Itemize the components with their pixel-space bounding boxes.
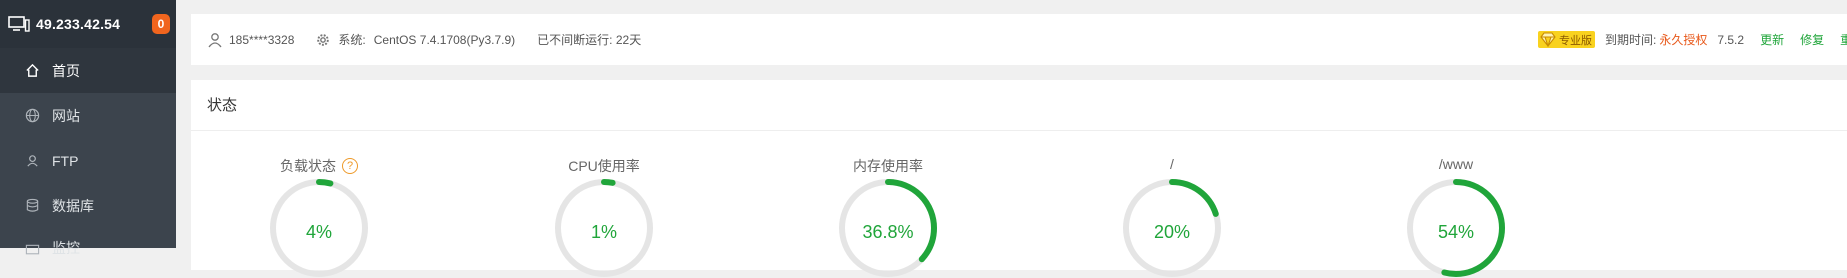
sidebar-item-label: FTP: [52, 152, 79, 169]
user-info[interactable]: 185****3328: [207, 32, 294, 48]
system-info: 系统: CentOS 7.4.1708(Py3.7.9): [316, 31, 515, 48]
sidebar-item-label: 首页: [52, 62, 80, 79]
system-label: 系统:: [338, 33, 366, 47]
gauge-label: /: [1170, 156, 1174, 172]
gauge-value: 36.8%: [862, 222, 914, 242]
gauge-label: 内存使用率: [853, 158, 923, 174]
gauge-value: 20%: [1153, 222, 1191, 242]
sidebar-item-website[interactable]: 网站: [0, 93, 176, 138]
panel-title: 状态: [191, 80, 1847, 131]
system-value: CentOS 7.4.1708(Py3.7.9): [373, 32, 516, 47]
sidebar-item-database[interactable]: 数据库: [0, 183, 176, 228]
sidebar-item-ftp[interactable]: FTP: [0, 138, 176, 183]
help-icon[interactable]: ?: [342, 158, 358, 174]
sidebar-item-label: 网站: [52, 107, 80, 124]
gauge-value: 54%: [1437, 222, 1475, 242]
uptime-text: 已不间断运行: 22天: [537, 33, 642, 47]
gauge-value: 4%: [305, 222, 332, 242]
sidebar-item-home[interactable]: 首页: [0, 48, 176, 93]
restart-link[interactable]: 重: [1840, 31, 1847, 48]
gauge-label: /www: [1438, 156, 1474, 172]
gauge-value: 1%: [590, 222, 617, 242]
license-info: 专业版 到期时间: 永久授权 7.5.2 更新 修复 重: [1538, 31, 1847, 48]
diamond-icon: [1540, 32, 1556, 47]
sidebar: 49.233.42.54 0 首页 网站 FTP 数据库 监控: [0, 0, 176, 256]
expire-value: 永久授权: [1659, 33, 1708, 47]
home-icon: [24, 63, 40, 79]
server-header[interactable]: 49.233.42.54 0: [0, 0, 176, 48]
uptime: 已不间断运行: 22天: [537, 31, 641, 48]
username: 185****3328: [229, 32, 295, 47]
pro-label: 专业版: [1559, 34, 1592, 47]
sidebar-item-label: 监控: [52, 240, 80, 256]
monitor-icon: [24, 242, 40, 258]
notification-badge[interactable]: 0: [152, 14, 170, 34]
computer-icon: [8, 16, 30, 32]
update-link[interactable]: 更新: [1760, 31, 1784, 48]
gear-icon: [316, 32, 332, 48]
globe-icon: [24, 108, 40, 124]
server-ip: 49.233.42.54: [36, 16, 121, 32]
repair-link[interactable]: 修复: [1800, 31, 1824, 48]
user-icon: [207, 32, 223, 48]
expire-label: 到期时间:: [1605, 33, 1657, 47]
info-bar: 185****3328 系统: CentOS 7.4.1708(Py3.7.9)…: [191, 14, 1847, 65]
gauge-label: CPU使用率: [568, 158, 640, 174]
sidebar-item-label: 数据库: [52, 197, 94, 214]
status-panel: 状态: [191, 80, 1847, 270]
version: 7.5.2: [1717, 32, 1745, 47]
ftp-icon: [24, 153, 40, 169]
gauge-label: 负载状态: [280, 158, 336, 174]
sidebar-item-monitor[interactable]: 监控: [0, 228, 176, 258]
database-icon: [24, 198, 40, 214]
pro-badge: 专业版: [1538, 31, 1595, 48]
